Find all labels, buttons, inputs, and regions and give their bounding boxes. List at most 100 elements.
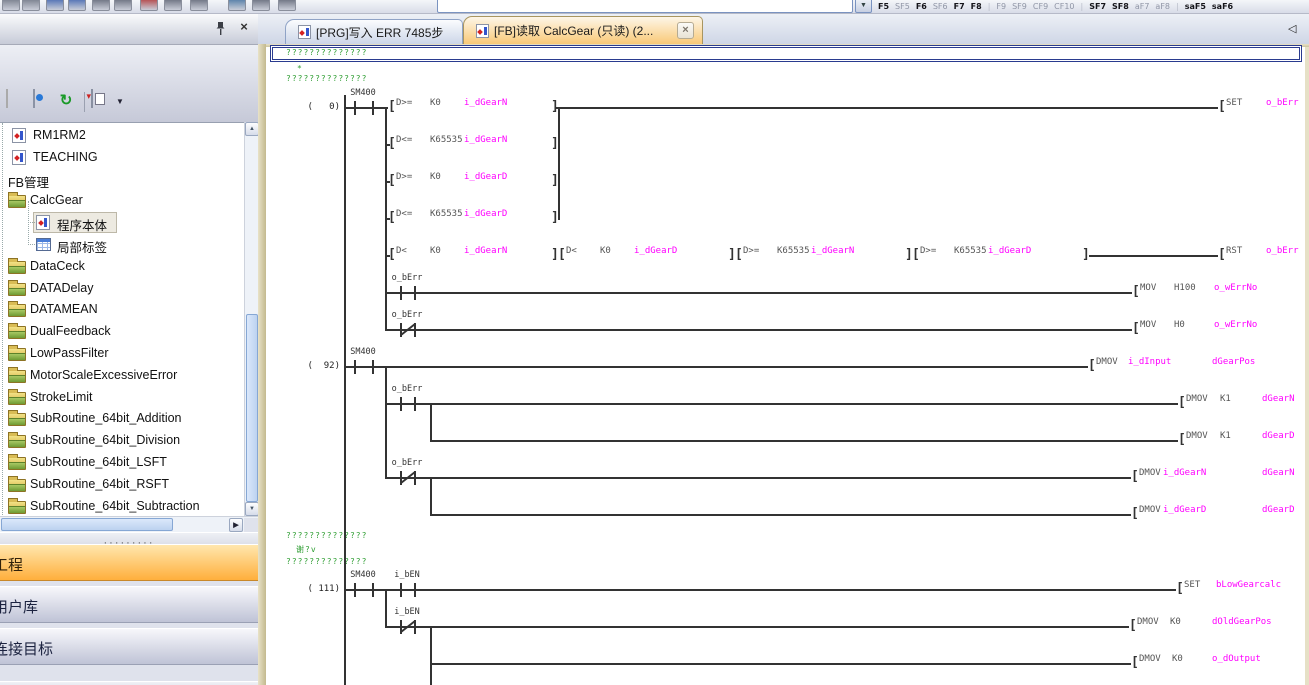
- nav-button-user-library[interactable]: 用户库: [0, 586, 258, 623]
- compare-op[interactable]: D>=: [920, 246, 936, 256]
- operand-variable[interactable]: o_wErrNo: [1214, 283, 1257, 293]
- device-comment-icon[interactable]: [228, 0, 246, 11]
- operand-variable[interactable]: bLowGearcalc: [1216, 580, 1281, 590]
- instruction-mnemonic[interactable]: DMOV: [1139, 468, 1161, 478]
- build-icon[interactable]: [278, 0, 296, 11]
- monitor-icon[interactable]: [164, 0, 182, 11]
- instruction-mnemonic[interactable]: H0: [1174, 320, 1185, 330]
- ladder-symbol-button[interactable]: F5: [878, 2, 889, 11]
- contact[interactable]: [400, 397, 402, 411]
- scrollbar-thumb[interactable]: [246, 314, 258, 502]
- instruction-mnemonic[interactable]: DMOV: [1096, 357, 1118, 367]
- instruction-mnemonic[interactable]: MOV: [1140, 320, 1156, 330]
- combobox-dropdown-icon[interactable]: ▼: [855, 0, 872, 13]
- tree-item[interactable]: DATAMEAN: [0, 299, 244, 321]
- compare-op[interactable]: D>=: [396, 98, 412, 108]
- compare-op[interactable]: D<=: [396, 209, 412, 219]
- compare-op[interactable]: D>=: [743, 246, 759, 256]
- operand-variable[interactable]: o_bErr: [1266, 246, 1299, 256]
- operand-variable[interactable]: dGearN: [1262, 468, 1295, 478]
- instruction-mnemonic[interactable]: K1: [1220, 431, 1231, 441]
- operand-variable[interactable]: dGearPos: [1212, 357, 1255, 367]
- tree-item[interactable]: DataCeck: [0, 256, 244, 278]
- scroll-down-icon[interactable]: ▼: [245, 502, 258, 516]
- tree-item[interactable]: CalcGear: [0, 190, 244, 212]
- grid-icon[interactable]: [92, 0, 110, 11]
- tree-item[interactable]: LowPassFilter: [0, 343, 244, 365]
- operand-variable[interactable]: dOldGearPos: [1212, 617, 1272, 627]
- compare-op[interactable]: D>=: [396, 172, 412, 182]
- ladder-symbol-button[interactable]: saF5: [1185, 2, 1206, 11]
- find-icon[interactable]: [190, 0, 208, 11]
- tree-item[interactable]: 程序本体: [0, 212, 244, 234]
- ladder-symbol-button[interactable]: aF8: [1155, 2, 1170, 11]
- sort-dropdown-icon[interactable]: ▼: [116, 91, 124, 113]
- refresh-icon[interactable]: ↻: [54, 90, 78, 114]
- instruction-mnemonic[interactable]: K1: [1220, 394, 1231, 404]
- grid2-icon[interactable]: [114, 0, 132, 11]
- operand-variable[interactable]: dGearN: [1262, 394, 1295, 404]
- instruction-mnemonic[interactable]: K0: [1172, 654, 1183, 664]
- operand-variable[interactable]: o_bErr: [1266, 98, 1299, 108]
- contact[interactable]: [400, 286, 402, 300]
- operand-variable[interactable]: i_dGearN: [1163, 468, 1206, 478]
- operand-variable[interactable]: o_wErrNo: [1214, 320, 1257, 330]
- compare-op[interactable]: D<: [396, 246, 407, 256]
- tree-item[interactable]: FB管理: [0, 169, 244, 191]
- contact[interactable]: [354, 360, 356, 374]
- ladder-symbol-button[interactable]: SF7: [1089, 2, 1106, 11]
- instruction-mnemonic[interactable]: DMOV: [1137, 617, 1159, 627]
- tree-item[interactable]: DATADelay: [0, 278, 244, 300]
- save-all-icon[interactable]: [68, 0, 86, 11]
- contact[interactable]: [414, 286, 416, 300]
- close-tab-icon[interactable]: ×: [677, 22, 694, 39]
- tree-item[interactable]: StrokeLimit: [0, 387, 244, 409]
- instruction-mnemonic[interactable]: DMOV: [1186, 394, 1208, 404]
- nav-button-project[interactable]: 工程: [0, 544, 258, 581]
- instruction-mnemonic[interactable]: MOV: [1140, 283, 1156, 293]
- ladder-symbol-button[interactable]: aF7: [1135, 2, 1150, 11]
- operand-variable[interactable]: dGearD: [1262, 431, 1295, 441]
- pin-icon[interactable]: [214, 21, 228, 37]
- contact[interactable]: [372, 101, 374, 115]
- tab-scroll-left-icon[interactable]: ◁: [1288, 22, 1296, 35]
- copy-data-icon[interactable]: [2, 90, 26, 114]
- contact[interactable]: [372, 360, 374, 374]
- operand-variable[interactable]: i_dGearD: [1163, 505, 1206, 515]
- ladder-symbol-button[interactable]: SF5: [895, 2, 910, 11]
- instruction-mnemonic[interactable]: SET: [1184, 580, 1200, 590]
- ladder-symbol-button[interactable]: saF6: [1212, 2, 1233, 11]
- instruction-mnemonic[interactable]: RST: [1226, 246, 1242, 256]
- contact[interactable]: [354, 583, 356, 597]
- program-check-icon[interactable]: [252, 0, 270, 11]
- save-icon[interactable]: [46, 0, 64, 11]
- compare-op[interactable]: D<: [566, 246, 577, 256]
- open-project-icon[interactable]: [22, 0, 40, 11]
- scroll-up-icon[interactable]: ▲: [245, 122, 258, 136]
- comment-selection-box[interactable]: [270, 45, 1302, 62]
- contact[interactable]: [414, 397, 416, 411]
- sort-device-icon[interactable]: [89, 90, 113, 114]
- tree-item[interactable]: RM1RM2: [0, 125, 244, 147]
- tree-vertical-scrollbar[interactable]: ▲ ▼: [244, 122, 258, 516]
- instruction-mnemonic[interactable]: H100: [1174, 283, 1196, 293]
- tree-horizontal-scrollbar[interactable]: ▶: [0, 516, 258, 532]
- tree-item[interactable]: SubRoutine_64bit_RSFT: [0, 474, 244, 496]
- tree-item[interactable]: TEACHING: [0, 147, 244, 169]
- ladder-symbol-button[interactable]: SF8: [1112, 2, 1129, 11]
- scrollbar-thumb[interactable]: [1, 518, 173, 531]
- contact[interactable]: [414, 583, 416, 597]
- tree-item[interactable]: SubRoutine_64bit_Subtraction: [0, 496, 244, 516]
- instruction-mnemonic[interactable]: DMOV: [1186, 431, 1208, 441]
- ladder-symbol-button[interactable]: SF6: [933, 2, 948, 11]
- operand-variable[interactable]: i_dInput: [1128, 357, 1171, 367]
- ladder-symbol-button[interactable]: F8: [971, 2, 982, 11]
- tree-item[interactable]: DualFeedback: [0, 321, 244, 343]
- ladder-symbol-button[interactable]: F7: [954, 2, 965, 11]
- contact[interactable]: [372, 583, 374, 597]
- close-icon[interactable]: ×: [236, 19, 252, 35]
- operand-variable[interactable]: dGearD: [1262, 505, 1295, 515]
- tree-item[interactable]: SubRoutine_64bit_Addition: [0, 408, 244, 430]
- tree-item[interactable]: 局部标签: [0, 234, 244, 256]
- contact[interactable]: [400, 583, 402, 597]
